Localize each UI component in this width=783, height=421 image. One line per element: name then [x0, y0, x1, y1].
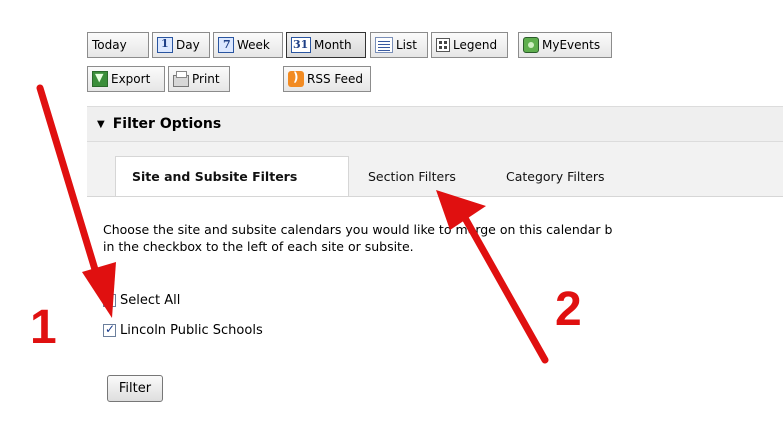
annotation-arrows — [36, 84, 549, 364]
annotation-number-1: 1 — [30, 301, 57, 354]
arrow-1 — [36, 84, 116, 318]
arrow-2 — [436, 190, 549, 364]
annotation-number-2: 2 — [555, 283, 582, 336]
